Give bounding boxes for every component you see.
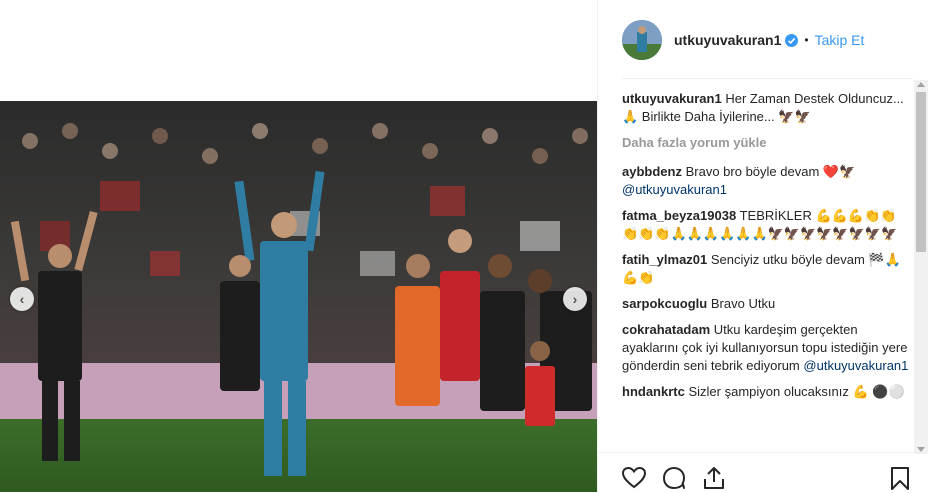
share-icon[interactable] [701,465,727,491]
bookmark-icon[interactable] [887,465,913,491]
comment-item: sarpokcuoglu Bravo Utku [622,295,912,313]
scrollbar-thumb[interactable] [916,92,926,252]
comment-username[interactable]: fatma_beyza19038 [622,208,736,223]
comment-username[interactable]: aybbdenz [622,164,682,179]
comment-item: fatih_ylmaz01 Senciyiz utku böyle devam … [622,251,912,287]
comment-text: Bravo Utku [710,296,776,311]
comment-mention[interactable]: @utkuyuvakuran1 [622,181,912,199]
follow-button[interactable]: Takip Et [815,32,865,48]
avatar[interactable] [622,20,662,60]
comment-username[interactable]: sarpokcuoglu [622,296,707,311]
verified-badge-icon [785,33,799,47]
username[interactable]: utkuyuvakuran1 [674,32,781,48]
comment-item: cokrahatadam Utku kardeşim gerçekten aya… [622,321,912,375]
post-image[interactable]: ‹ › [0,101,597,492]
scroll-up-arrow-icon[interactable] [917,82,925,87]
photo-team-celebration [0,101,597,492]
comment-username[interactable]: fatih_ylmaz01 [622,252,707,267]
comment-item: aybbdenz Bravo bro böyle devam ❤️🦅 @utku… [622,163,912,199]
separator-dot: • [804,33,809,47]
comment-mention[interactable]: @utkuyuvakuran1 [803,358,908,373]
comments-list: utkuyuvakuran1 Her Zaman Destek Olduncuz… [622,90,912,452]
caption-username[interactable]: utkuyuvakuran1 [622,91,722,106]
avatar-image [622,20,662,60]
caption: utkuyuvakuran1 Her Zaman Destek Olduncuz… [622,90,912,126]
comment-text: Bravo bro böyle devam ❤️🦅 [685,164,856,179]
chevron-right-icon: › [572,291,578,307]
comment-icon[interactable] [661,465,687,491]
carousel-next-button[interactable]: › [563,287,587,311]
heart-icon[interactable] [621,465,647,491]
post-header: utkuyuvakuran1 • Takip Et [622,18,922,62]
chevron-left-icon: ‹ [19,291,25,307]
comment-text: Sizler şampiyon olucaksınız 💪 ⚫⚪ [688,384,905,399]
comment-item: hndankrtc Sizler şampiyon olucaksınız 💪 … [622,383,912,401]
post-actions-bar [597,452,928,493]
post-sidebar: utkuyuvakuran1 • Takip Et utkuyuvakuran1… [597,0,928,492]
load-more-comments-button[interactable]: Daha fazla yorum yükle [622,134,912,152]
comment-username[interactable]: cokrahatadam [622,322,710,337]
header-divider [622,78,913,79]
comment-item: fatma_beyza19038 TEBRİKLER 💪💪💪👏👏👏👏👏🙏🙏🙏🙏🙏… [622,207,912,243]
comments-scrollbar[interactable] [914,80,928,454]
carousel-prev-button[interactable]: ‹ [10,287,34,311]
comment-username[interactable]: hndankrtc [622,384,685,399]
